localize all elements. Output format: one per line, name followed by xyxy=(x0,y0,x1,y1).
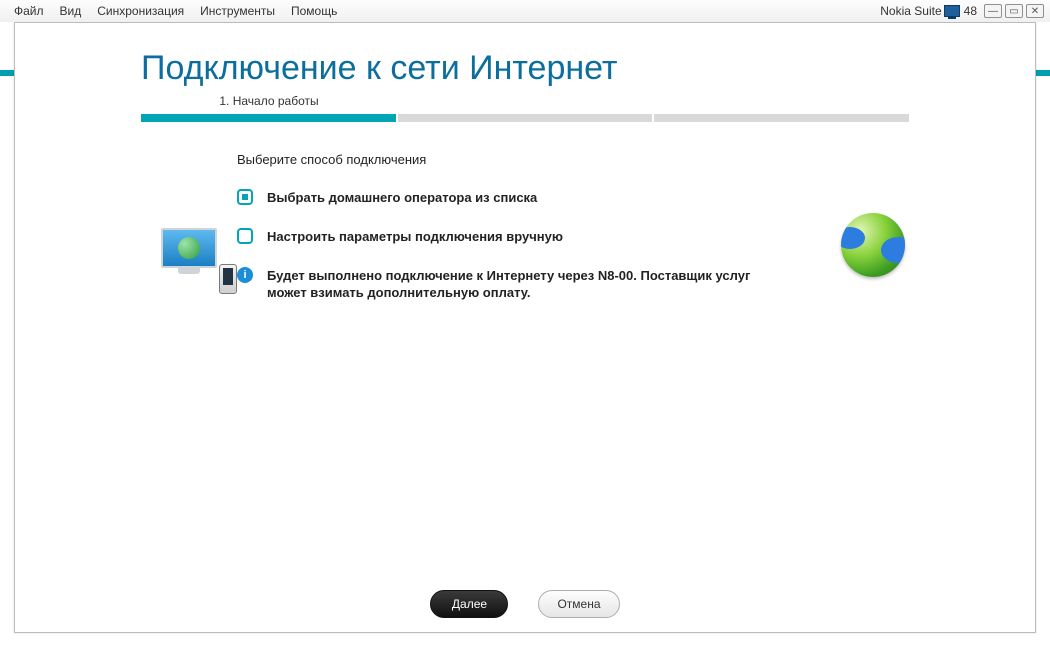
progress-bar xyxy=(141,114,909,122)
step-label: 1. Начало работы xyxy=(141,94,397,108)
maximize-button[interactable]: ▭ xyxy=(1005,4,1023,18)
menu-help[interactable]: Помощь xyxy=(283,2,345,20)
progress-seg-2 xyxy=(398,114,653,122)
info-text: Будет выполнено подключение к Интернету … xyxy=(267,267,787,301)
device-icon xyxy=(944,5,960,17)
menu-bar: Файл Вид Синхронизация Инструменты Помощ… xyxy=(0,0,1050,22)
app-title: Nokia Suite xyxy=(880,4,943,18)
cancel-button[interactable]: Отмена xyxy=(538,590,619,618)
indicator-number: 48 xyxy=(962,4,981,18)
close-button[interactable]: ✕ xyxy=(1026,4,1044,18)
radio-manual-settings[interactable] xyxy=(237,228,253,244)
next-button[interactable]: Далее xyxy=(430,590,508,618)
wizard-panel: Подключение к сети Интернет 1. Начало ра… xyxy=(14,22,1036,633)
page-title: Подключение к сети Интернет xyxy=(141,49,909,88)
computer-phone-icon xyxy=(161,228,235,290)
globe-icon xyxy=(841,213,905,277)
progress-seg-1 xyxy=(141,114,396,122)
option-manual-settings[interactable]: Настроить параметры подключения вручную xyxy=(237,228,879,245)
option1-label: Выбрать домашнего оператора из списка xyxy=(267,189,537,206)
menu-sync[interactable]: Синхронизация xyxy=(89,2,192,20)
info-icon: i xyxy=(237,267,253,283)
radio-select-operator[interactable] xyxy=(237,189,253,205)
menu-tools[interactable]: Инструменты xyxy=(192,2,283,20)
menu-file[interactable]: Файл xyxy=(6,2,52,20)
option2-label: Настроить параметры подключения вручную xyxy=(267,228,563,245)
progress-seg-3 xyxy=(654,114,909,122)
menu-view[interactable]: Вид xyxy=(52,2,90,20)
option-select-operator[interactable]: Выбрать домашнего оператора из списка xyxy=(237,189,879,206)
prompt-text: Выберите способ подключения xyxy=(237,152,879,167)
info-row: i Будет выполнено подключение к Интернет… xyxy=(237,267,879,301)
minimize-button[interactable]: — xyxy=(984,4,1002,18)
